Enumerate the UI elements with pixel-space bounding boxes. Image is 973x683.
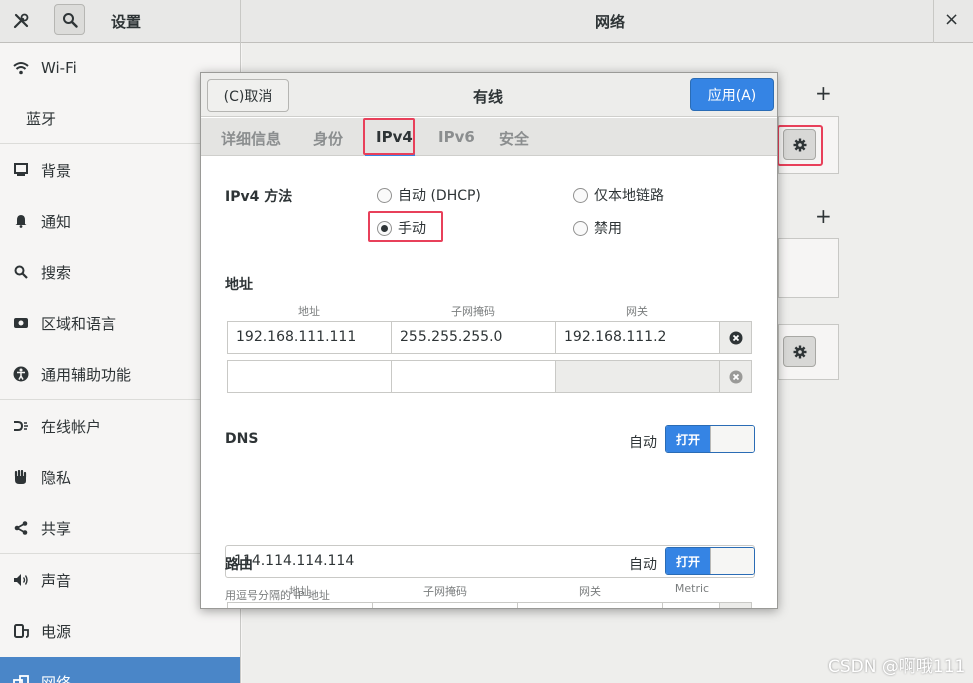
add-vpn-button[interactable]: +: [815, 204, 832, 228]
delete-address-button[interactable]: [719, 321, 752, 354]
title-bar: 设置 网络 ×: [0, 0, 973, 43]
radio-label: 自动 (DHCP): [398, 188, 481, 204]
ipv4-tab-highlight-box: [363, 118, 415, 155]
gateway-field[interactable]: 192.168.111.2: [555, 321, 720, 354]
address-section-label: 地址: [225, 277, 253, 293]
online-accounts-icon: [12, 417, 30, 435]
search-button[interactable]: [54, 4, 85, 35]
manual-highlight-box: [368, 211, 443, 242]
radio-link-local[interactable]: 仅本地链路: [573, 185, 664, 205]
tab-identity[interactable]: 身份: [313, 128, 343, 149]
route-column-netmask: 子网掩码: [423, 585, 467, 598]
tools-icon[interactable]: [8, 9, 34, 33]
sidebar-item-label: 蓝牙: [26, 109, 57, 128]
sidebar-item-label: 电源: [41, 622, 72, 641]
column-header-netmask: 子网掩码: [451, 305, 495, 318]
radio-auto-dhcp[interactable]: 自动 (DHCP): [377, 185, 481, 205]
sidebar-item-label: 通知: [41, 212, 72, 231]
delete-route-button[interactable]: [719, 602, 752, 608]
column-header-gateway: 网关: [626, 305, 648, 318]
sidebar-item-label: 声音: [41, 571, 72, 590]
route-gateway-field[interactable]: [517, 602, 663, 608]
address-field-empty[interactable]: [227, 360, 392, 393]
sidebar-item-label: 在线帐户: [41, 417, 102, 436]
search-icon: [62, 12, 78, 28]
address-field[interactable]: 192.168.111.111: [227, 321, 392, 354]
netmask-field[interactable]: 255.255.255.0: [391, 321, 556, 354]
column-header-address: 地址: [298, 305, 320, 318]
wifi-icon: [12, 59, 30, 77]
radio-label: 禁用: [594, 221, 622, 237]
radio-disabled[interactable]: 禁用: [573, 218, 622, 238]
titlebar-divider: [240, 0, 241, 43]
sidebar-item-label: 共享: [41, 519, 72, 538]
route-column-metric: Metric: [674, 582, 710, 595]
route-column-address: 地址: [289, 585, 311, 598]
dns-auto-label: 自动: [629, 435, 657, 451]
dns-label: DNS: [225, 431, 259, 447]
radio-button: [573, 187, 588, 203]
sidebar-item-label: 网络: [41, 673, 72, 683]
power-icon: [12, 622, 30, 640]
proxy-settings-button[interactable]: [783, 336, 816, 367]
gateway-field-empty[interactable]: [555, 360, 720, 393]
tab-bar: 详细信息 身份 IPv4 IPv6 安全: [201, 118, 777, 156]
network-title: 网络: [595, 13, 626, 31]
ipv4-method-label: IPv4 方法: [225, 189, 293, 205]
wired-settings-dialog: (C)取消 有线 应用(A) 详细信息 身份 IPv4 IPv6 安全 IPv4…: [200, 72, 778, 609]
radio-button: [573, 220, 588, 236]
sidebar-item-label: Wi-Fi: [41, 59, 77, 77]
sidebar-item-label: 区域和语言: [41, 314, 117, 333]
close-icon[interactable]: ×: [944, 9, 959, 30]
titlebar-divider-right: [933, 0, 934, 43]
background-icon: [12, 161, 30, 179]
routes-auto-label: 自动: [629, 557, 657, 573]
add-connection-button[interactable]: +: [815, 81, 832, 105]
sidebar-item-label: 搜索: [41, 263, 72, 282]
dialog-header: (C)取消 有线 应用(A): [201, 73, 777, 117]
route-column-gateway: 网关: [579, 585, 601, 598]
switch-on-label: 打开: [666, 426, 710, 452]
tab-ipv6[interactable]: IPv6: [438, 128, 475, 146]
bell-icon: [12, 212, 30, 230]
sidebar-item-label: 隐私: [41, 468, 72, 487]
watermark: CSDN @啊哦111: [828, 657, 966, 677]
delete-icon: [729, 331, 742, 344]
delete-icon: [729, 370, 742, 383]
cancel-button[interactable]: (C)取消: [207, 79, 289, 112]
tab-details[interactable]: 详细信息: [221, 128, 281, 149]
ipv4-settings: IPv4 方法 自动 (DHCP) 仅本地链路 手动 禁用 地址 地址 子网掩码…: [201, 157, 777, 608]
delete-address-button-disabled[interactable]: [719, 360, 752, 393]
settings-title: 设置: [111, 13, 142, 31]
dialog-title: 有线: [473, 88, 504, 106]
speaker-icon: [12, 571, 30, 589]
radio-label: 仅本地链路: [594, 188, 664, 204]
switch-on-label: 打开: [666, 548, 710, 574]
switch-knob: [710, 548, 754, 574]
switch-knob: [710, 426, 754, 452]
gear-icon: [793, 345, 806, 358]
routes-auto-switch[interactable]: 打开: [665, 547, 755, 575]
sidebar-item-label: 背景: [41, 161, 72, 180]
dns-auto-switch[interactable]: 打开: [665, 425, 755, 453]
apply-button[interactable]: 应用(A): [690, 78, 774, 111]
hand-icon: [12, 468, 30, 486]
netmask-field-empty[interactable]: [391, 360, 556, 393]
search-icon: [12, 263, 30, 281]
tab-security[interactable]: 安全: [499, 128, 529, 149]
accessibility-icon: [12, 365, 30, 383]
sidebar-item-power[interactable]: 电源: [0, 606, 240, 656]
route-metric-field[interactable]: [662, 602, 720, 608]
region-icon: [12, 314, 30, 332]
route-netmask-field[interactable]: [372, 602, 518, 608]
radio-button: [377, 187, 392, 203]
sidebar-item-network[interactable]: 网络: [0, 657, 240, 683]
vpn-panel: [778, 238, 839, 298]
share-icon: [12, 519, 30, 537]
gear-highlight-box: [777, 125, 823, 166]
sidebar-item-label: 通用辅助功能: [41, 365, 132, 384]
network-icon: [12, 673, 30, 683]
route-address-field[interactable]: [227, 602, 373, 608]
routes-label: 路由: [225, 557, 253, 573]
